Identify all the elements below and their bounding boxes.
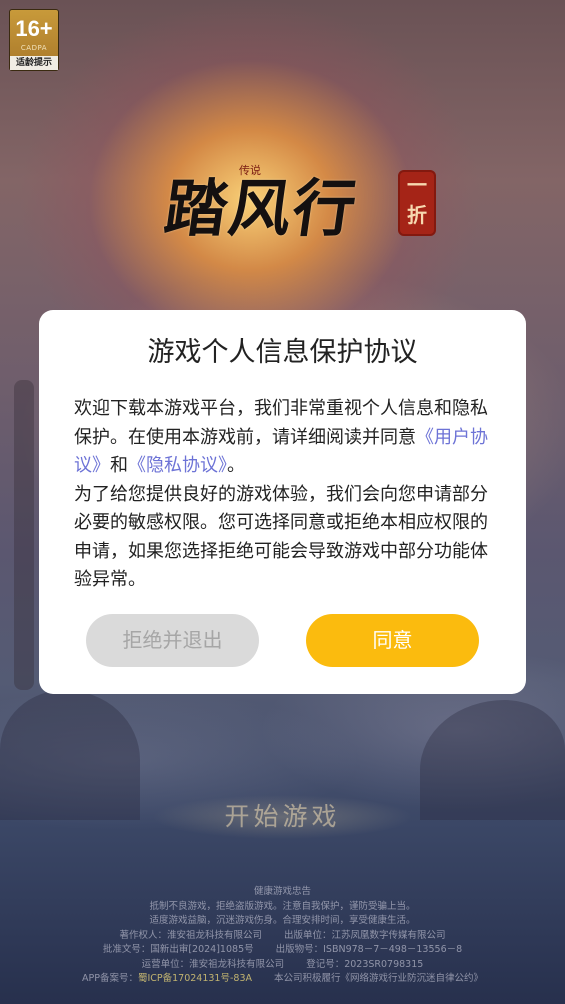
- agree-button[interactable]: 同意: [306, 614, 479, 667]
- footer-registration-no: 登记号：2023SR0798315: [306, 958, 424, 970]
- dialog-and-text: 和: [110, 455, 128, 476]
- footer-advice-2: 适度游戏益脑，沉迷游戏伤身。合理安排时间，享受健康生活。: [149, 915, 416, 926]
- dialog-paragraph-1: 欢迎下载本游戏平台，我们非常重视个人信息和隐私保护。在使用本游戏前，请详细阅读并…: [74, 395, 492, 481]
- dialog-period: 。: [227, 455, 245, 476]
- footer-advice-1: 抵制不良游戏，拒绝盗版游戏。注意自我保护，谨防受骗上当。: [149, 900, 416, 912]
- dialog-paragraph-2: 为了给您提供良好的游戏体验，我们会向您申请部分必要的敏感权限。您可选择同意或拒绝…: [74, 483, 488, 591]
- start-game-button[interactable]: 开始游戏: [150, 794, 415, 840]
- privacy-dialog: 游戏个人信息保护协议 欢迎下载本游戏平台，我们非常重视个人信息和隐私保护。在使用…: [39, 310, 526, 694]
- game-logo: 踏风行 传说 一折: [160, 150, 436, 250]
- footer-row-approval: 批准文号：国新出审[2024]1085号 出版物号：ISBN978－7－498－1…: [0, 943, 565, 958]
- footer-row-operator: 运营单位：淮安祖龙科技有限公司 登记号：2023SR0798315: [0, 958, 565, 973]
- footer-copyright-holder: 著作权人：淮安祖龙科技有限公司: [119, 929, 262, 941]
- age-rating-number: 16+: [15, 16, 53, 41]
- footer-app-filing-link[interactable]: 蜀ICP备17024131号-83A: [138, 973, 252, 984]
- dialog-title: 游戏个人信息保护协议: [147, 337, 418, 368]
- footer-publication-no: 出版物号：ISBN978－7－498－13556－8: [275, 944, 463, 955]
- dialog-body: 欢迎下载本游戏平台，我们非常重视个人信息和隐私保护。在使用本游戏前，请详细阅读并…: [74, 395, 492, 595]
- footer-app-filing-label: APP备案号：: [81, 973, 138, 984]
- footer-publisher: 出版单位：江苏凤凰数字传媒有限公司: [284, 929, 446, 941]
- footer-operator: 运营单位：淮安祖龙科技有限公司: [141, 958, 285, 970]
- footer-compliance: 本公司积极履行《网络游戏行业防沉迷自律公约》: [274, 973, 484, 984]
- game-logo-seal: 一折: [398, 170, 436, 236]
- footer-row-filing: APP备案号：蜀ICP备17024131号-83A 本公司积极履行《网络游戏行业防…: [0, 972, 565, 987]
- privacy-agreement-link[interactable]: 《隐私协议》: [128, 455, 227, 476]
- decline-and-exit-button[interactable]: 拒绝并退出: [86, 614, 259, 667]
- footer-row-copyright: 著作权人：淮安祖龙科技有限公司 出版单位：江苏凤凰数字传媒有限公司: [0, 929, 565, 944]
- footer-heading: 健康游戏忠告: [253, 886, 311, 897]
- legal-footer: 健康游戏忠告 抵制不良游戏，拒绝盗版游戏。注意自我保护，谨防受骗上当。 适度游戏…: [0, 885, 565, 987]
- footer-approval-no: 批准文号：国新出审[2024]1085号: [102, 944, 254, 955]
- age-rating-tip: 适龄提示: [10, 56, 58, 70]
- background-mountain-left: [0, 690, 140, 820]
- game-logo-small-text: 传说: [239, 164, 261, 177]
- age-rating-org: CADPA: [20, 44, 48, 52]
- background-mountain-right: [420, 700, 565, 820]
- background-pillar: [14, 380, 34, 690]
- age-rating-badge: 16+ CADPA 适龄提示: [9, 9, 59, 71]
- game-logo-title: 踏风行: [160, 172, 363, 245]
